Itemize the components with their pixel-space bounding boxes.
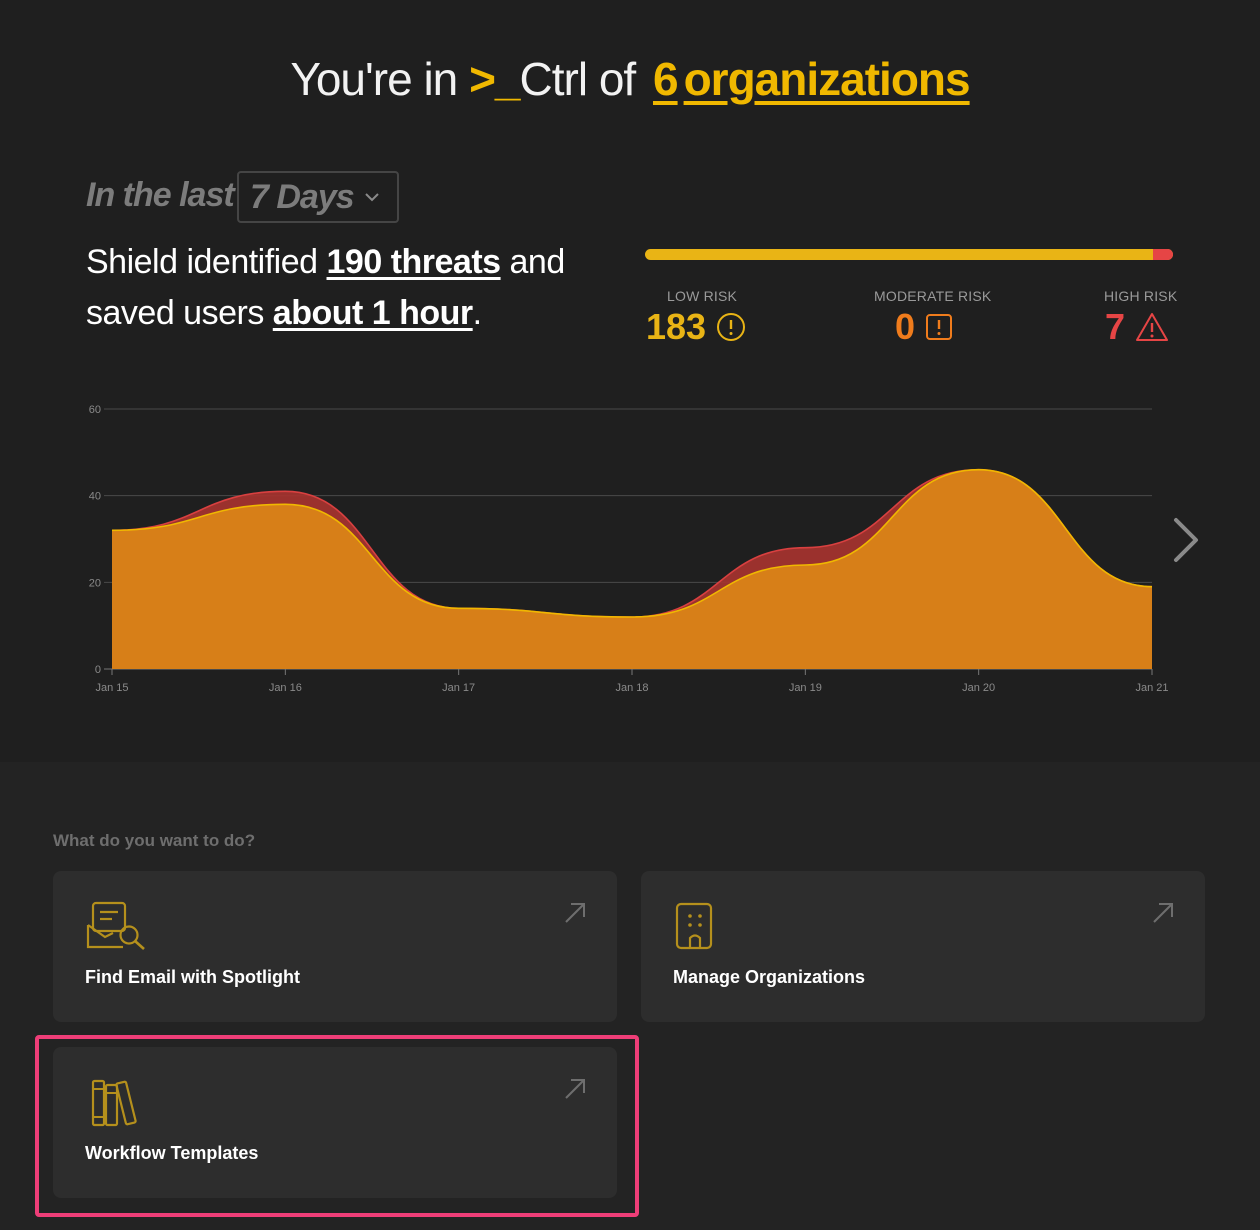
low-risk-stat: LOW RISK 183 (646, 288, 746, 348)
low-risk-value: 183 (646, 306, 707, 347)
email-search-icon (86, 901, 145, 950)
x-tick-label: Jan 16 (269, 682, 302, 694)
manage-organizations-card-title: Manage Organizations (673, 967, 866, 987)
workflow-templates-card-title: Workflow Templates (85, 1143, 259, 1163)
workflow-templates-card[interactable]: Workflow Templates (53, 1047, 617, 1198)
external-link-icon (1153, 903, 1173, 923)
moderate-risk-value: 0 (895, 306, 916, 347)
brand-text: Ctrl of (519, 53, 637, 105)
y-tick-label: 60 (89, 404, 101, 416)
high-risk-stat: HIGH RISK 7 (1104, 288, 1177, 348)
x-tick-label: Jan 21 (1135, 682, 1168, 694)
external-link-icon (565, 1079, 585, 1099)
alert-square-icon (926, 314, 953, 340)
y-tick-label: 20 (89, 577, 101, 589)
time-range-dropdown[interactable]: 7 Days (237, 171, 399, 223)
external-link-icon (565, 903, 585, 923)
high-risk-label: HIGH RISK (1104, 288, 1178, 304)
x-tick-label: Jan 19 (789, 682, 822, 694)
time-filter-label: In the last (86, 176, 235, 214)
find-email-card[interactable]: Find Email with Spotlight (53, 871, 617, 1022)
find-email-card-title: Find Email with Spotlight (85, 967, 300, 987)
alert-circle-icon (717, 313, 746, 341)
x-tick-label: Jan 20 (962, 682, 995, 694)
threat-summary: Shield identified 190 threats and saved … (86, 237, 606, 339)
headline-prefix: You're in (290, 53, 458, 105)
building-icon (675, 902, 713, 950)
x-tick-label: Jan 15 (95, 682, 128, 694)
moderate-risk-stat: MODERATE RISK 0 (874, 288, 991, 348)
x-tick-label: Jan 18 (615, 682, 648, 694)
actions-question: What do you want to do? (53, 831, 256, 850)
y-tick-label: 0 (95, 664, 101, 676)
moderate-risk-label: MODERATE RISK (874, 288, 992, 304)
high-risk-value: 7 (1105, 306, 1126, 347)
alert-triangle-icon (1136, 313, 1169, 341)
threat-trend-chart: 0 20 40 60 Jan 15 Jan 16 Jan 17 Jan 18 Jan 19 Jan… (89, 404, 1169, 694)
chevron-down-icon (365, 193, 379, 202)
organizations-link[interactable]: organizations (684, 53, 971, 105)
time-range-value: 7 Days (250, 178, 355, 216)
prompt-logo: >_ (469, 53, 520, 105)
chevron-right-icon[interactable] (1168, 514, 1202, 566)
manage-organizations-card[interactable]: Manage Organizations (641, 871, 1205, 1022)
books-icon (91, 1079, 137, 1127)
x-tick-label: Jan 17 (442, 682, 475, 694)
time-saved-link[interactable]: about 1 hour (273, 294, 473, 332)
risk-bar-high-segment (1153, 249, 1173, 260)
threats-count-link[interactable]: 190 threats (327, 243, 502, 281)
risk-distribution-bar (645, 249, 1173, 260)
summary-text-1: Shield identified (86, 243, 318, 281)
y-tick-label: 40 (89, 491, 101, 503)
org-count-link[interactable]: 6 (653, 53, 679, 105)
low-risk-label: LOW RISK (667, 288, 738, 304)
summary-end: . (472, 294, 482, 332)
page-headline: You're in >_Ctrl of 6 organizations (0, 52, 1260, 106)
